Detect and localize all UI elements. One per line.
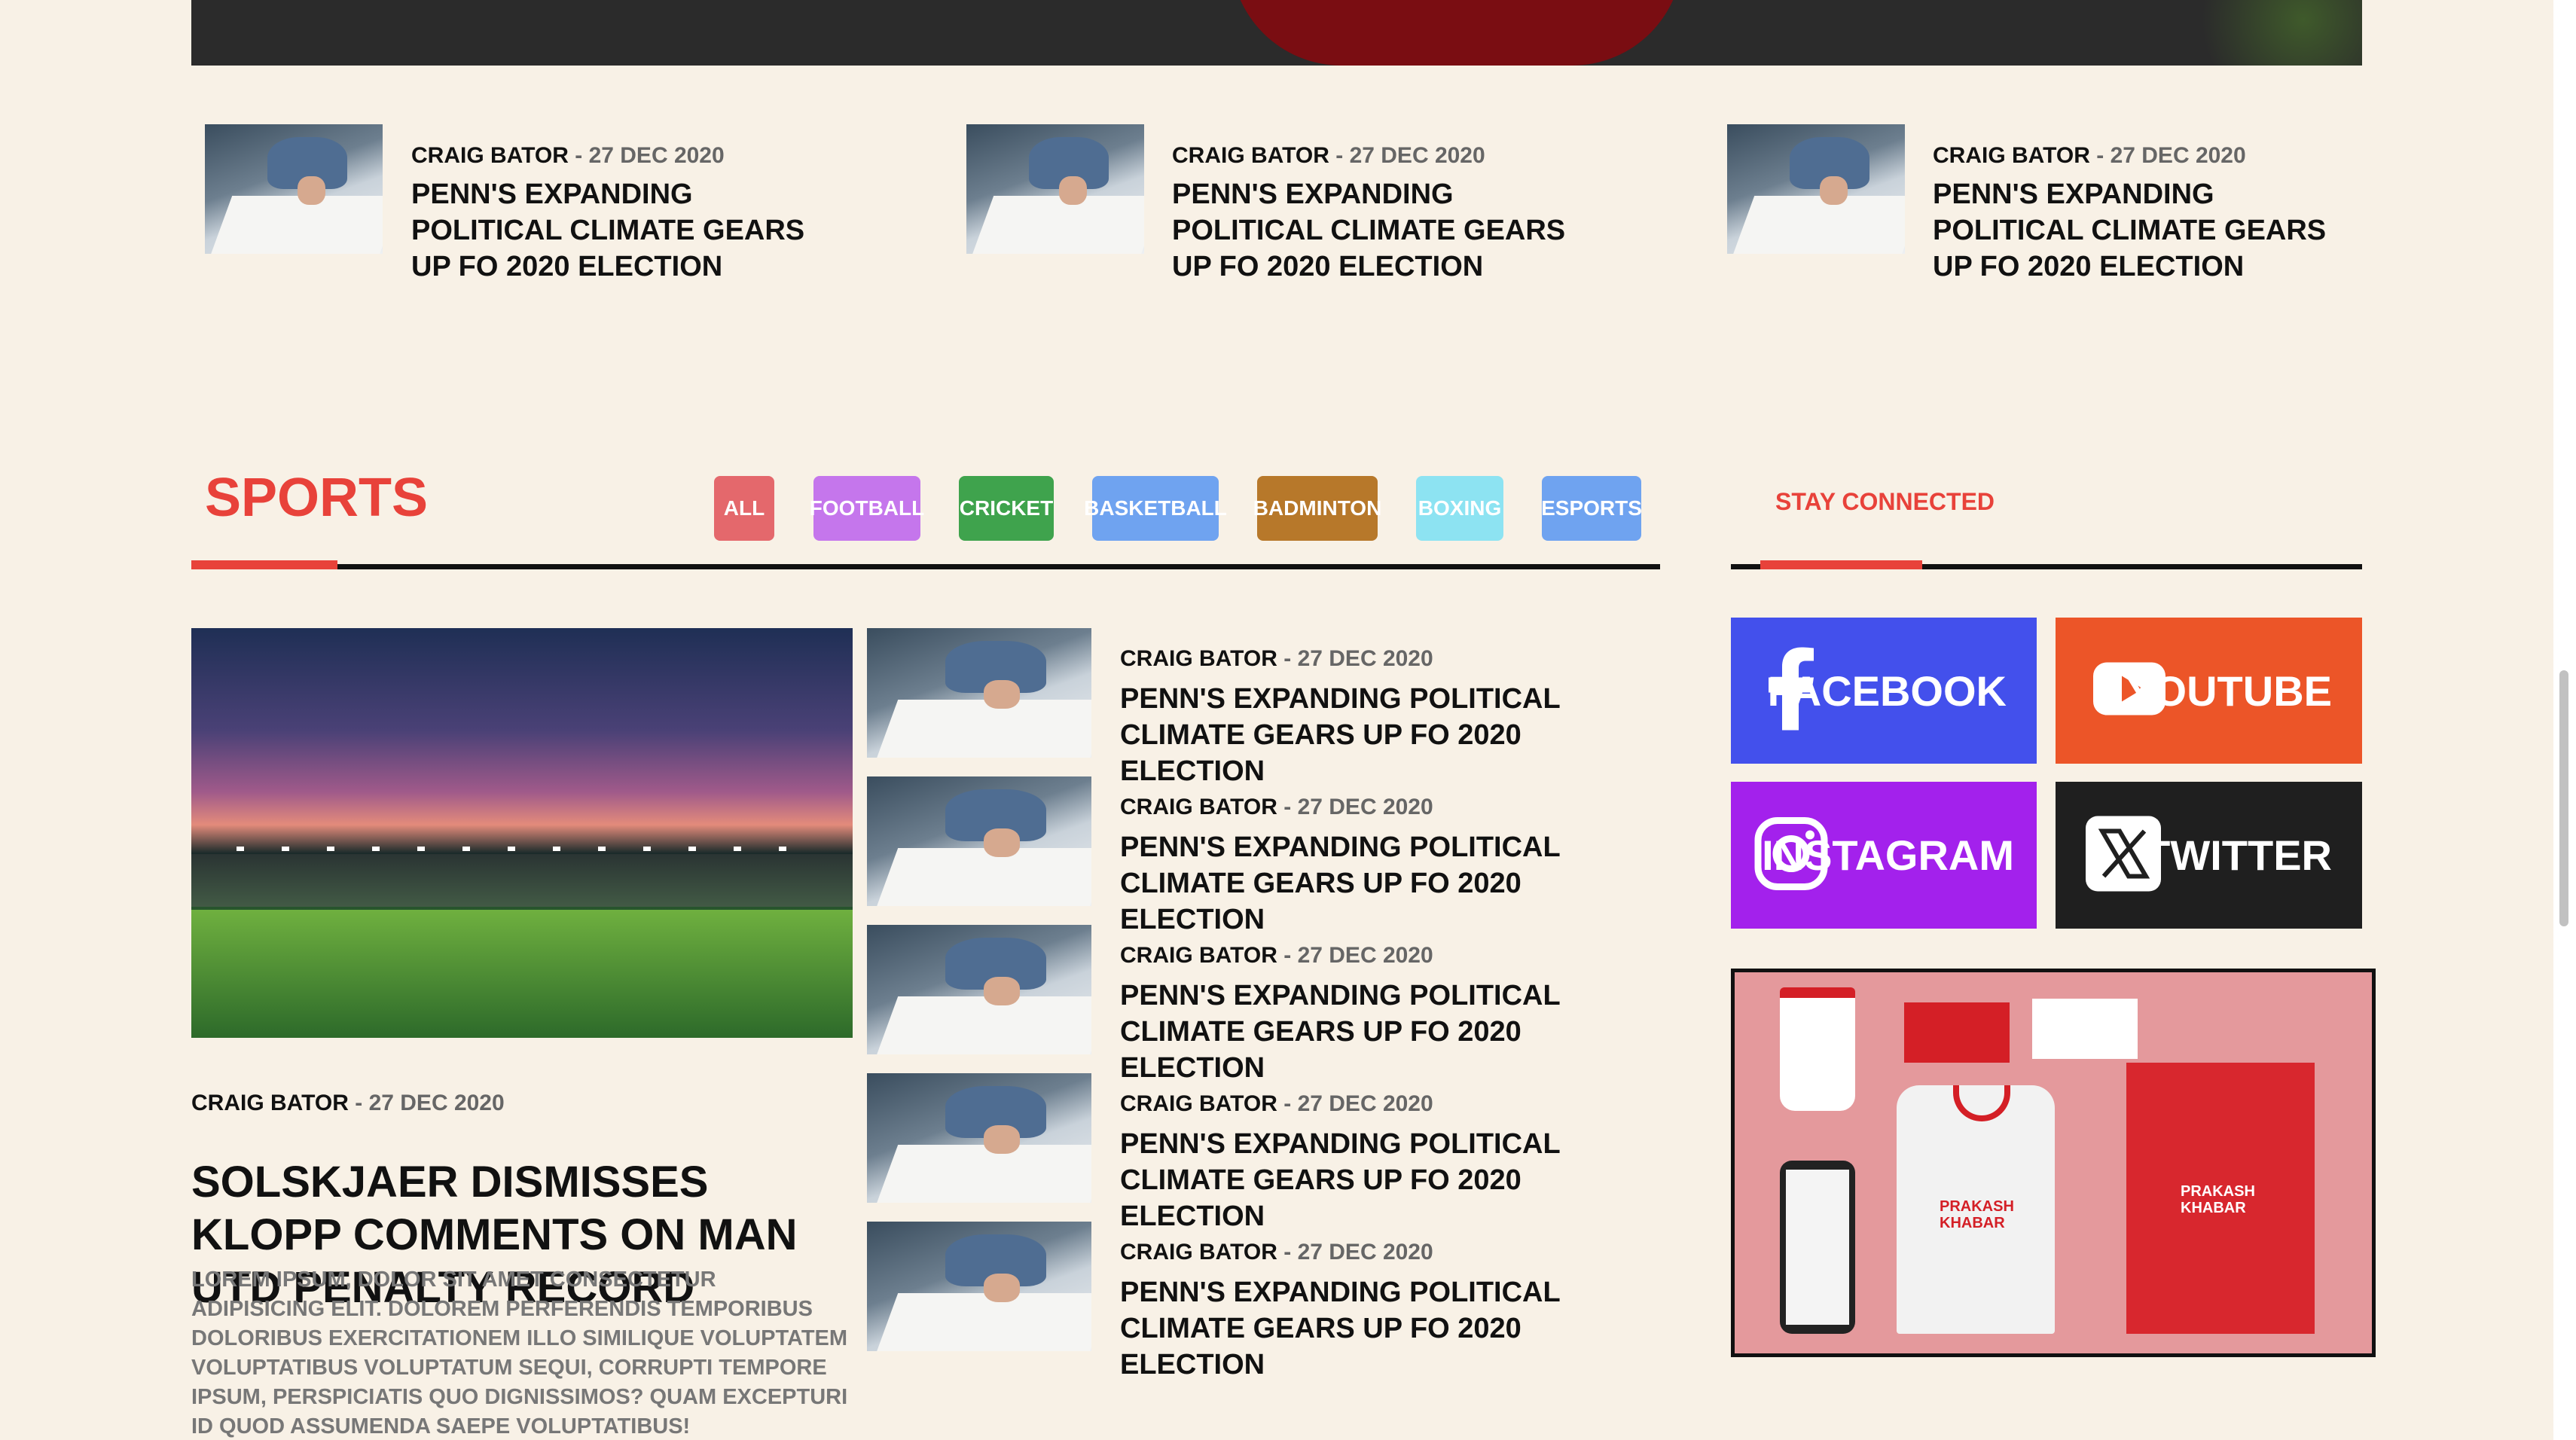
twitter-label: TWITTER (2144, 831, 2332, 879)
youtube-label: YOUTUBE (2126, 667, 2332, 715)
letterhead-mockup (2032, 999, 2138, 1059)
author-name[interactable]: CRAIG BATOR (191, 1091, 349, 1115)
brand-logo-line2: KHABAR (1940, 1215, 2005, 1231)
article-date: 27 DEC 2020 (1297, 943, 1433, 968)
article-date: 27 DEC 2020 (1297, 795, 1433, 819)
stay-connected-title: STAY CONNECTED (1775, 488, 1995, 515)
article-thumbnail[interactable] (966, 124, 1144, 254)
article-date: 27 DEC 2020 (1297, 1091, 1433, 1116)
stay-connected-divider-accent (1760, 560, 1922, 569)
article-headline[interactable]: PENN'S EXPANDING POLITICAL CLIMATE GEARS… (1120, 829, 1647, 938)
article-thumbnail[interactable] (867, 1222, 1091, 1351)
author-name[interactable]: CRAIG BATOR (1120, 795, 1277, 819)
article-headline[interactable]: PENN'S EXPANDING POLITICAL CLIMATE GEARS… (1172, 176, 1579, 285)
article-meta: CRAIG BATOR - 27 DEC 2020 (1120, 795, 1433, 819)
scrollbar-thumb[interactable] (2559, 670, 2568, 926)
filter-football-button[interactable]: FOOTBALL (810, 476, 924, 541)
twitter-button[interactable]: TWITTER (2056, 782, 2362, 929)
filter-cricket-button[interactable]: CRICKET (959, 476, 1054, 541)
sports-section-title: SPORTS (205, 468, 429, 528)
filter-all-button[interactable]: ALL (714, 476, 774, 541)
filter-esports-button[interactable]: ESPORTS (1541, 476, 1642, 541)
brand-logo-line1: PRAKASH (2181, 1183, 2255, 1200)
article-date: 27 DEC 2020 (368, 1091, 505, 1115)
author-name[interactable]: CRAIG BATOR (1120, 1091, 1277, 1116)
youtube-button[interactable]: YOUTUBE (2056, 618, 2362, 764)
article-headline[interactable]: PENN'S EXPANDING POLITICAL CLIMATE GEARS… (1933, 176, 2339, 285)
article-date: 27 DEC 2020 (1349, 143, 1485, 168)
brand-logo-line2: KHABAR (2181, 1200, 2246, 1216)
instagram-button[interactable]: INSTAGRAM (1731, 782, 2037, 929)
brand-logo-line1: PRAKASH (1940, 1198, 2014, 1215)
article-meta: CRAIG BATOR - 27 DEC 2020 (1933, 143, 2246, 168)
article-thumbnail[interactable] (867, 628, 1091, 758)
author-name[interactable]: CRAIG BATOR (411, 143, 569, 168)
page: CRAIG BATOR - 27 DEC 2020 PENN'S EXPANDI… (0, 0, 2553, 1440)
article-thumbnail[interactable] (867, 776, 1091, 906)
hero-image-bottom[interactable] (191, 0, 2362, 66)
article-headline[interactable]: PENN'S EXPANDING POLITICAL CLIMATE GEARS… (411, 176, 818, 285)
author-name[interactable]: CRAIG BATOR (1172, 143, 1329, 168)
author-name[interactable]: CRAIG BATOR (1933, 143, 2090, 168)
business-card-mockup (1904, 1002, 2010, 1063)
article-thumbnail[interactable] (1727, 124, 1905, 254)
facebook-label: FACEBOOK (1767, 667, 2007, 715)
article-date: 27 DEC 2020 (2110, 143, 2246, 168)
facebook-button[interactable]: FACEBOOK (1731, 618, 2037, 764)
article-headline[interactable]: PENN'S EXPANDING POLITICAL CLIMATE GEARS… (1120, 681, 1647, 789)
coffee-cup-mockup (1780, 987, 1855, 1111)
article-date: 27 DEC 2020 (1297, 646, 1433, 671)
author-name[interactable]: CRAIG BATOR (1120, 646, 1277, 671)
section-divider-accent (191, 560, 337, 569)
article-headline[interactable]: PENN'S EXPANDING POLITICAL CLIMATE GEARS… (1120, 1126, 1647, 1234)
article-headline[interactable]: PENN'S EXPANDING POLITICAL CLIMATE GEARS… (1120, 1274, 1647, 1383)
feature-excerpt: LOREM IPSUM, DOLOR SIT AMET CONSECTETUR … (191, 1268, 848, 1438)
article-thumbnail[interactable] (867, 1073, 1091, 1203)
article-date: 27 DEC 2020 (1297, 1240, 1433, 1265)
article-headline[interactable]: PENN'S EXPANDING POLITICAL CLIMATE GEARS… (1120, 978, 1647, 1086)
article-meta: CRAIG BATOR - 27 DEC 2020 (1120, 943, 1433, 968)
article-thumbnail[interactable] (867, 925, 1091, 1054)
article-date: 27 DEC 2020 (588, 143, 725, 168)
article-meta: CRAIG BATOR - 27 DEC 2020 (1120, 1091, 1433, 1116)
article-meta: CRAIG BATOR - 27 DEC 2020 (411, 143, 725, 168)
section-divider (191, 564, 1660, 569)
filter-basketball-button[interactable]: BASKETBALL (1084, 476, 1227, 541)
article-meta: CRAIG BATOR - 27 DEC 2020 (1120, 646, 1433, 671)
article-meta: CRAIG BATOR - 27 DEC 2020 (1172, 143, 1485, 168)
feature-meta: CRAIG BATOR - 27 DEC 2020 (191, 1091, 505, 1115)
feature-image[interactable] (191, 628, 853, 1038)
filter-badminton-button[interactable]: BADMINTON (1253, 476, 1381, 541)
instagram-label: INSTAGRAM (1762, 831, 2014, 879)
author-name[interactable]: CRAIG BATOR (1120, 943, 1277, 968)
filter-boxing-button[interactable]: BOXING (1416, 476, 1503, 541)
article-thumbnail[interactable] (205, 124, 383, 254)
phone-mockup (1780, 1161, 1855, 1334)
advertisement-banner[interactable]: PRAKASH KHABAR PRAKASH KHABAR (1731, 969, 2376, 1357)
article-meta: CRAIG BATOR - 27 DEC 2020 (1120, 1240, 1433, 1265)
author-name[interactable]: CRAIG BATOR (1120, 1240, 1277, 1265)
